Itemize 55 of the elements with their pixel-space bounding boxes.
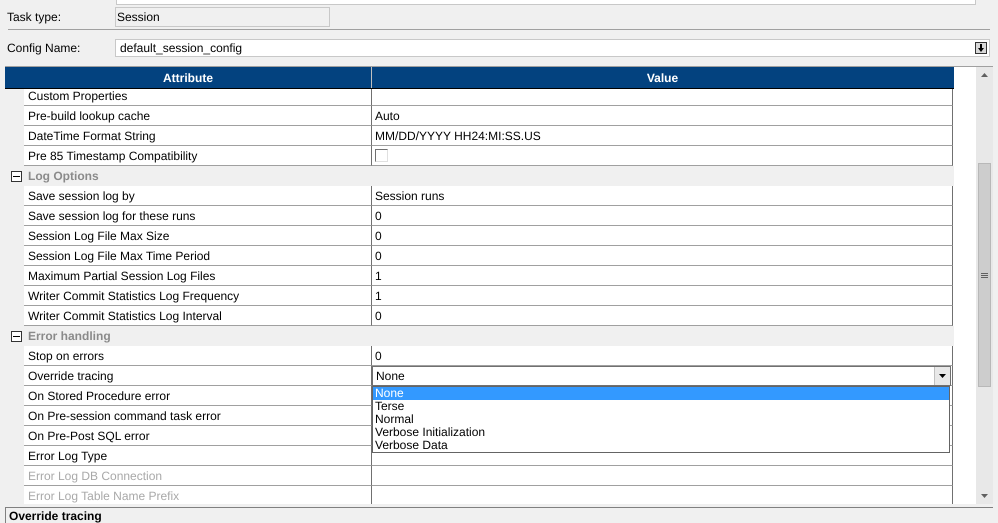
value-cell: 0 — [372, 206, 953, 226]
attribute-cell: Custom Properties — [24, 89, 372, 106]
dropdown-option[interactable]: Normal — [373, 413, 949, 426]
value-cell: 0 — [372, 306, 953, 326]
dropdown-option[interactable]: Verbose Initialization — [373, 426, 949, 440]
attribute-cell: Stop on errors — [24, 346, 372, 366]
column-header: Value — [646, 70, 680, 87]
attribute-cell: On Pre-session command task error — [24, 406, 372, 426]
attribute-cell: Save session log for these runs — [24, 206, 372, 226]
attribute-cell: DateTime Format String — [24, 126, 372, 146]
attribute-cell: On Pre-Post SQL error — [24, 426, 372, 446]
attribute-cell: Error Log Type — [24, 446, 372, 466]
attribute-cell: Session Log File Max Size — [24, 226, 372, 246]
dropdown-arrow-icon[interactable] — [975, 42, 987, 54]
attribute-cell: Override tracing — [24, 366, 372, 386]
config-name-value: default_session_config — [120, 40, 244, 57]
dropdown-option[interactable]: Verbose Data — [373, 439, 949, 452]
collapse-icon[interactable] — [11, 170, 22, 182]
group-label: Error handling — [28, 328, 111, 346]
dropdown-value: None — [376, 368, 406, 386]
task-type-label: Task type: — [7, 8, 62, 26]
scroll-up-icon[interactable] — [981, 73, 988, 78]
value-cell: 0 — [372, 226, 953, 246]
attribute-cell: Pre-build lookup cache — [24, 106, 372, 126]
value-cell: 0 — [372, 246, 953, 266]
config-name-label: Config Name: — [7, 40, 82, 57]
attribute-cell: Writer Commit Statistics Log Interval — [24, 306, 372, 326]
attribute-cell: Writer Commit Statistics Log Frequency — [24, 286, 372, 306]
grip-icon — [981, 272, 988, 278]
attribute-cell: Error Log DB Connection — [24, 466, 372, 486]
attribute-cell: Save session log by — [24, 186, 372, 206]
checkbox[interactable] — [375, 149, 388, 162]
value-cell: Auto — [372, 106, 953, 126]
attribute-cell: Maximum Partial Session Log Files — [24, 266, 372, 286]
value-cell: 1 — [372, 286, 953, 306]
scroll-thumb[interactable] — [978, 163, 991, 388]
collapse-icon[interactable] — [11, 330, 22, 342]
value-cell: 0 — [372, 346, 953, 366]
value-cell: Session runs — [372, 186, 953, 206]
scroll-down-icon[interactable] — [981, 494, 988, 498]
dropdown-button[interactable] — [934, 367, 950, 386]
value-cell: MM/DD/YYYY HH24:MI:SS.US — [372, 126, 953, 146]
attribute-cell: Session Log File Max Time Period — [24, 246, 372, 266]
attribute-cell: On Stored Procedure error — [24, 386, 372, 406]
caret-icon — [939, 374, 946, 378]
group-label: Log Options — [28, 168, 99, 186]
config-name-field[interactable]: default_session_config — [115, 38, 990, 57]
status-bar: Override tracing — [5, 507, 993, 523]
task-type-field: Session — [115, 6, 330, 27]
attribute-cell: Pre 85 Timestamp Compatibility — [24, 146, 372, 166]
value-cell: 1 — [372, 266, 953, 286]
tracing-dropdown[interactable]: None — [372, 366, 951, 386]
scrollbar[interactable] — [976, 67, 993, 504]
dropdown-option[interactable]: Terse — [373, 400, 949, 414]
column-header: Attribute — [5, 67, 372, 88]
